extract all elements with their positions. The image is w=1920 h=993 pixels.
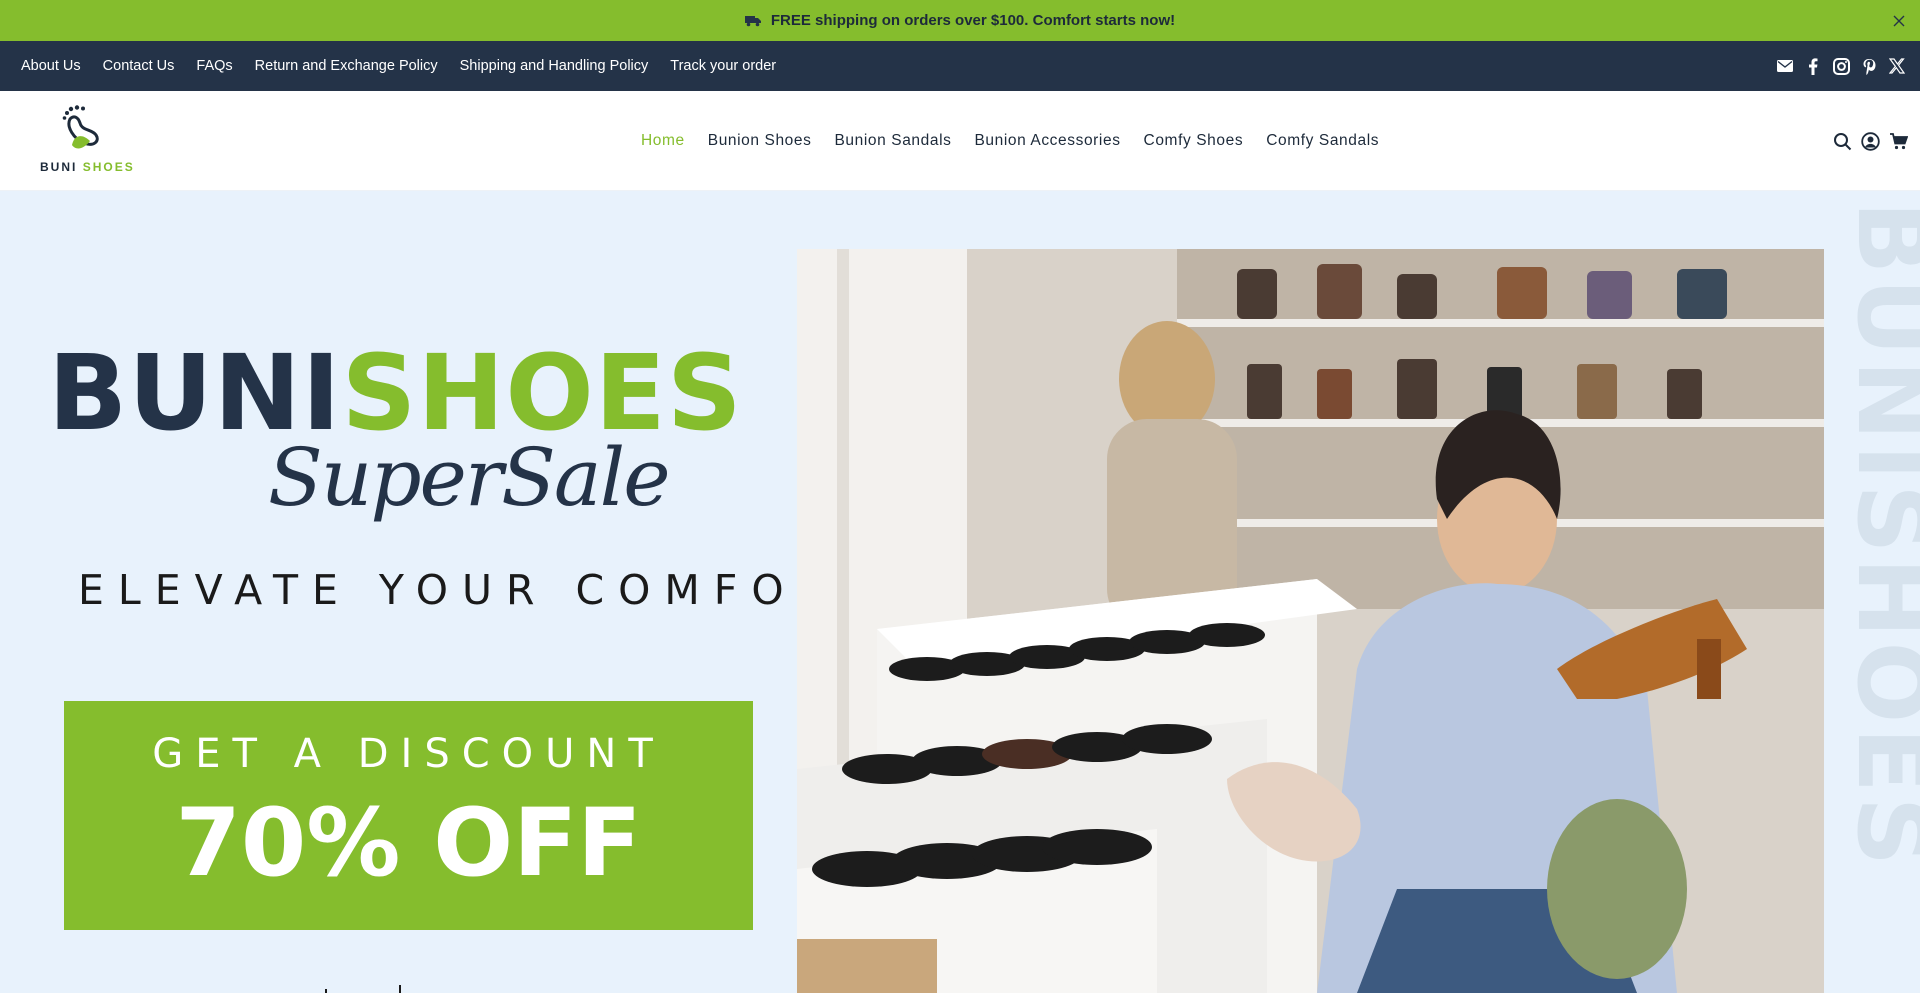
- hero-script-title: SuperSale: [268, 431, 671, 524]
- nav-home[interactable]: Home: [641, 132, 685, 150]
- discount-banner: GET A DISCOUNT 70% OFF: [64, 701, 753, 930]
- nav-comfy-sandals[interactable]: Comfy Sandals: [1266, 132, 1379, 150]
- nav-comfy-shoes[interactable]: Comfy Shoes: [1144, 132, 1244, 150]
- hero-brand-title: BUNISHOES: [48, 332, 743, 454]
- hero-tagline: ELEVATE YOUR COMFORT: [78, 566, 877, 614]
- hero-banner[interactable]: BUNISHOES SuperSale ELEVATE YOUR COMFORT…: [0, 191, 1920, 993]
- header-actions: [1833, 132, 1908, 151]
- truck-icon: [744, 15, 761, 27]
- x-icon[interactable]: [1888, 57, 1906, 75]
- discount-value: 70% OFF: [175, 789, 642, 898]
- nav-about-us[interactable]: About Us: [21, 58, 81, 74]
- nav-contact-us[interactable]: Contact Us: [103, 58, 175, 74]
- hero-bottom-partial-text: [325, 985, 401, 993]
- pinterest-icon[interactable]: [1860, 57, 1878, 75]
- main-nav: Home Bunion Shoes Bunion Sandals Bunion …: [641, 91, 1379, 191]
- discount-heading: GET A DISCOUNT: [152, 731, 665, 777]
- account-icon[interactable]: [1861, 132, 1880, 151]
- nav-shipping-policy[interactable]: Shipping and Handling Policy: [460, 58, 649, 74]
- logo-text: BUNI SHOES: [40, 160, 135, 174]
- site-header: BUNI SHOES Home Bunion Shoes Bunion Sand…: [0, 91, 1920, 191]
- site-logo[interactable]: BUNI SHOES: [38, 105, 153, 177]
- nav-bunion-sandals[interactable]: Bunion Sandals: [834, 132, 951, 150]
- instagram-icon[interactable]: [1832, 57, 1850, 75]
- search-icon[interactable]: [1833, 132, 1852, 151]
- hero-store-photo: [797, 249, 1824, 993]
- nav-track-order[interactable]: Track your order: [670, 58, 776, 74]
- social-links: [1776, 41, 1906, 91]
- mail-icon[interactable]: [1776, 57, 1794, 75]
- utility-nav: About Us Contact Us FAQs Return and Exch…: [0, 41, 1920, 91]
- announcement-bar: FREE shipping on orders over $100. Comfo…: [0, 0, 1920, 41]
- nav-bunion-accessories[interactable]: Bunion Accessories: [974, 132, 1120, 150]
- facebook-icon[interactable]: [1804, 57, 1822, 75]
- cart-icon[interactable]: [1889, 132, 1908, 151]
- nav-return-policy[interactable]: Return and Exchange Policy: [255, 58, 438, 74]
- nav-bunion-shoes[interactable]: Bunion Shoes: [708, 132, 812, 150]
- close-icon[interactable]: [1890, 12, 1908, 30]
- hero-vertical-brand: BUNISHOES: [1836, 201, 1920, 870]
- announcement-text: FREE shipping on orders over $100. Comfo…: [770, 12, 1176, 29]
- nav-faqs[interactable]: FAQs: [196, 58, 232, 74]
